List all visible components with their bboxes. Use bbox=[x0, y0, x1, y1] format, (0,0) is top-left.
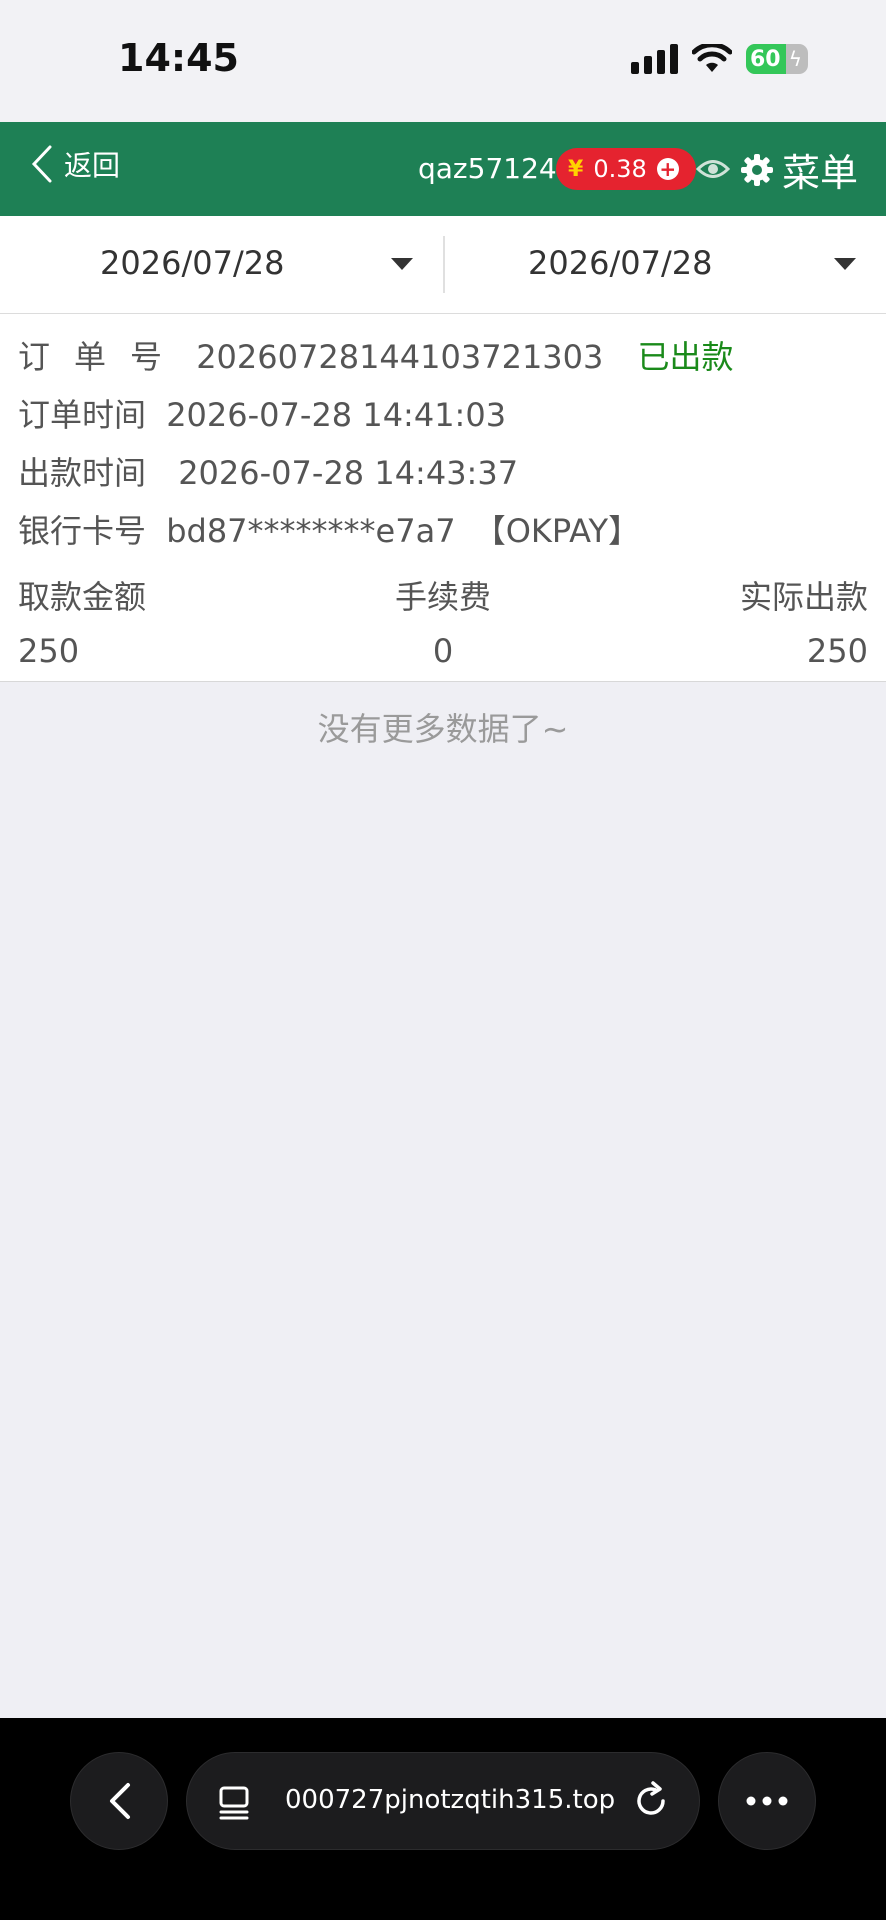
bank-card-value: bd87********e7a7 bbox=[166, 512, 456, 550]
reload-icon[interactable] bbox=[629, 1779, 673, 1823]
caret-down-icon bbox=[834, 258, 856, 270]
url-text: 000727pjnotzqtih315.top bbox=[285, 1785, 616, 1815]
wifi-icon bbox=[692, 44, 732, 72]
payout-time-value: 2026-07-28 14:43:37 bbox=[178, 454, 519, 492]
withdrawal-record[interactable]: 订单号 20260728144103721303 已出款 订单时间 2026-0… bbox=[0, 314, 886, 682]
battery-icon: 60 ϟ bbox=[746, 44, 808, 74]
fee-label: 手续费 bbox=[394, 578, 491, 616]
menu-button[interactable]: 菜单 bbox=[740, 142, 858, 197]
username: qaz571241 bbox=[418, 152, 575, 185]
actual-payout-value: 250 bbox=[806, 632, 868, 670]
more-dots-icon bbox=[746, 1796, 788, 1806]
yen-icon: ¥ bbox=[568, 156, 584, 182]
browser-toolbar: 000727pjnotzqtih315.top bbox=[0, 1718, 886, 1920]
order-time-row: 订单时间 2026-07-28 14:41:03 bbox=[18, 390, 506, 436]
order-time-label: 订单时间 bbox=[18, 396, 147, 434]
bank-card-tag: 【OKPAY】 bbox=[473, 512, 641, 550]
browser-more-button[interactable] bbox=[718, 1752, 816, 1850]
amount-value: 250 bbox=[18, 632, 80, 670]
amount-summary: 手续费 0 取款金额 250 实际出款 250 bbox=[18, 572, 868, 672]
balance-value: 0.38 bbox=[593, 155, 647, 183]
status-badge: 已出款 bbox=[637, 338, 734, 376]
date-filter: 2026/07/28 2026/07/28 bbox=[0, 216, 886, 314]
actual-payout-label: 实际出款 bbox=[739, 578, 868, 616]
actual-payout-column: 实际出款 250 bbox=[740, 572, 868, 670]
chevron-left-icon bbox=[110, 1783, 130, 1819]
back-label: 返回 bbox=[64, 149, 121, 182]
payout-time-row: 出款时间 2026-07-28 14:43:37 bbox=[18, 448, 518, 494]
list-end-text: 没有更多数据了~ bbox=[317, 710, 569, 748]
amount-column: 取款金额 250 bbox=[18, 572, 146, 670]
order-time-value: 2026-07-28 14:41:03 bbox=[166, 396, 507, 434]
caret-down-icon bbox=[391, 258, 413, 270]
bank-card-row: 银行卡号 bd87********e7a7 【OKPAY】 bbox=[18, 506, 640, 552]
battery-level: 60 bbox=[750, 46, 781, 72]
end-date-value: 2026/07/28 bbox=[528, 244, 713, 282]
chevron-left-icon bbox=[31, 145, 52, 183]
cellular-signal-icon bbox=[631, 44, 678, 74]
browser-back-button[interactable] bbox=[70, 1752, 168, 1850]
status-icons: 60 ϟ bbox=[631, 44, 808, 74]
order-number-label: 订单号 bbox=[18, 338, 187, 376]
status-time: 14:45 bbox=[118, 36, 239, 80]
eye-icon[interactable] bbox=[696, 156, 730, 182]
gear-icon bbox=[741, 153, 773, 186]
balance-badge[interactable]: ¥ 0.38 + bbox=[556, 148, 696, 190]
charging-icon: ϟ bbox=[788, 47, 802, 71]
menu-label: 菜单 bbox=[782, 151, 859, 195]
order-number-row: 订单号 20260728144103721303 已出款 bbox=[18, 332, 734, 378]
status-bar: 14:45 60 ϟ bbox=[0, 0, 886, 122]
app-header: 返回 qaz571241 ¥ 0.38 + 菜单 bbox=[0, 122, 886, 216]
back-button[interactable]: 返回 bbox=[30, 144, 120, 184]
amount-label: 取款金额 bbox=[18, 578, 147, 616]
tabs-icon[interactable] bbox=[217, 1785, 253, 1821]
start-date-value: 2026/07/28 bbox=[100, 244, 285, 282]
start-date-picker[interactable]: 2026/07/28 bbox=[0, 216, 443, 313]
add-funds-icon[interactable]: + bbox=[656, 158, 679, 180]
bank-card-label: 银行卡号 bbox=[18, 512, 147, 550]
payout-time-label: 出款时间 bbox=[18, 454, 147, 492]
address-bar[interactable]: 000727pjnotzqtih315.top bbox=[186, 1752, 700, 1850]
order-number-value: 20260728144103721303 bbox=[196, 338, 604, 376]
end-date-picker[interactable]: 2026/07/28 bbox=[443, 216, 886, 313]
